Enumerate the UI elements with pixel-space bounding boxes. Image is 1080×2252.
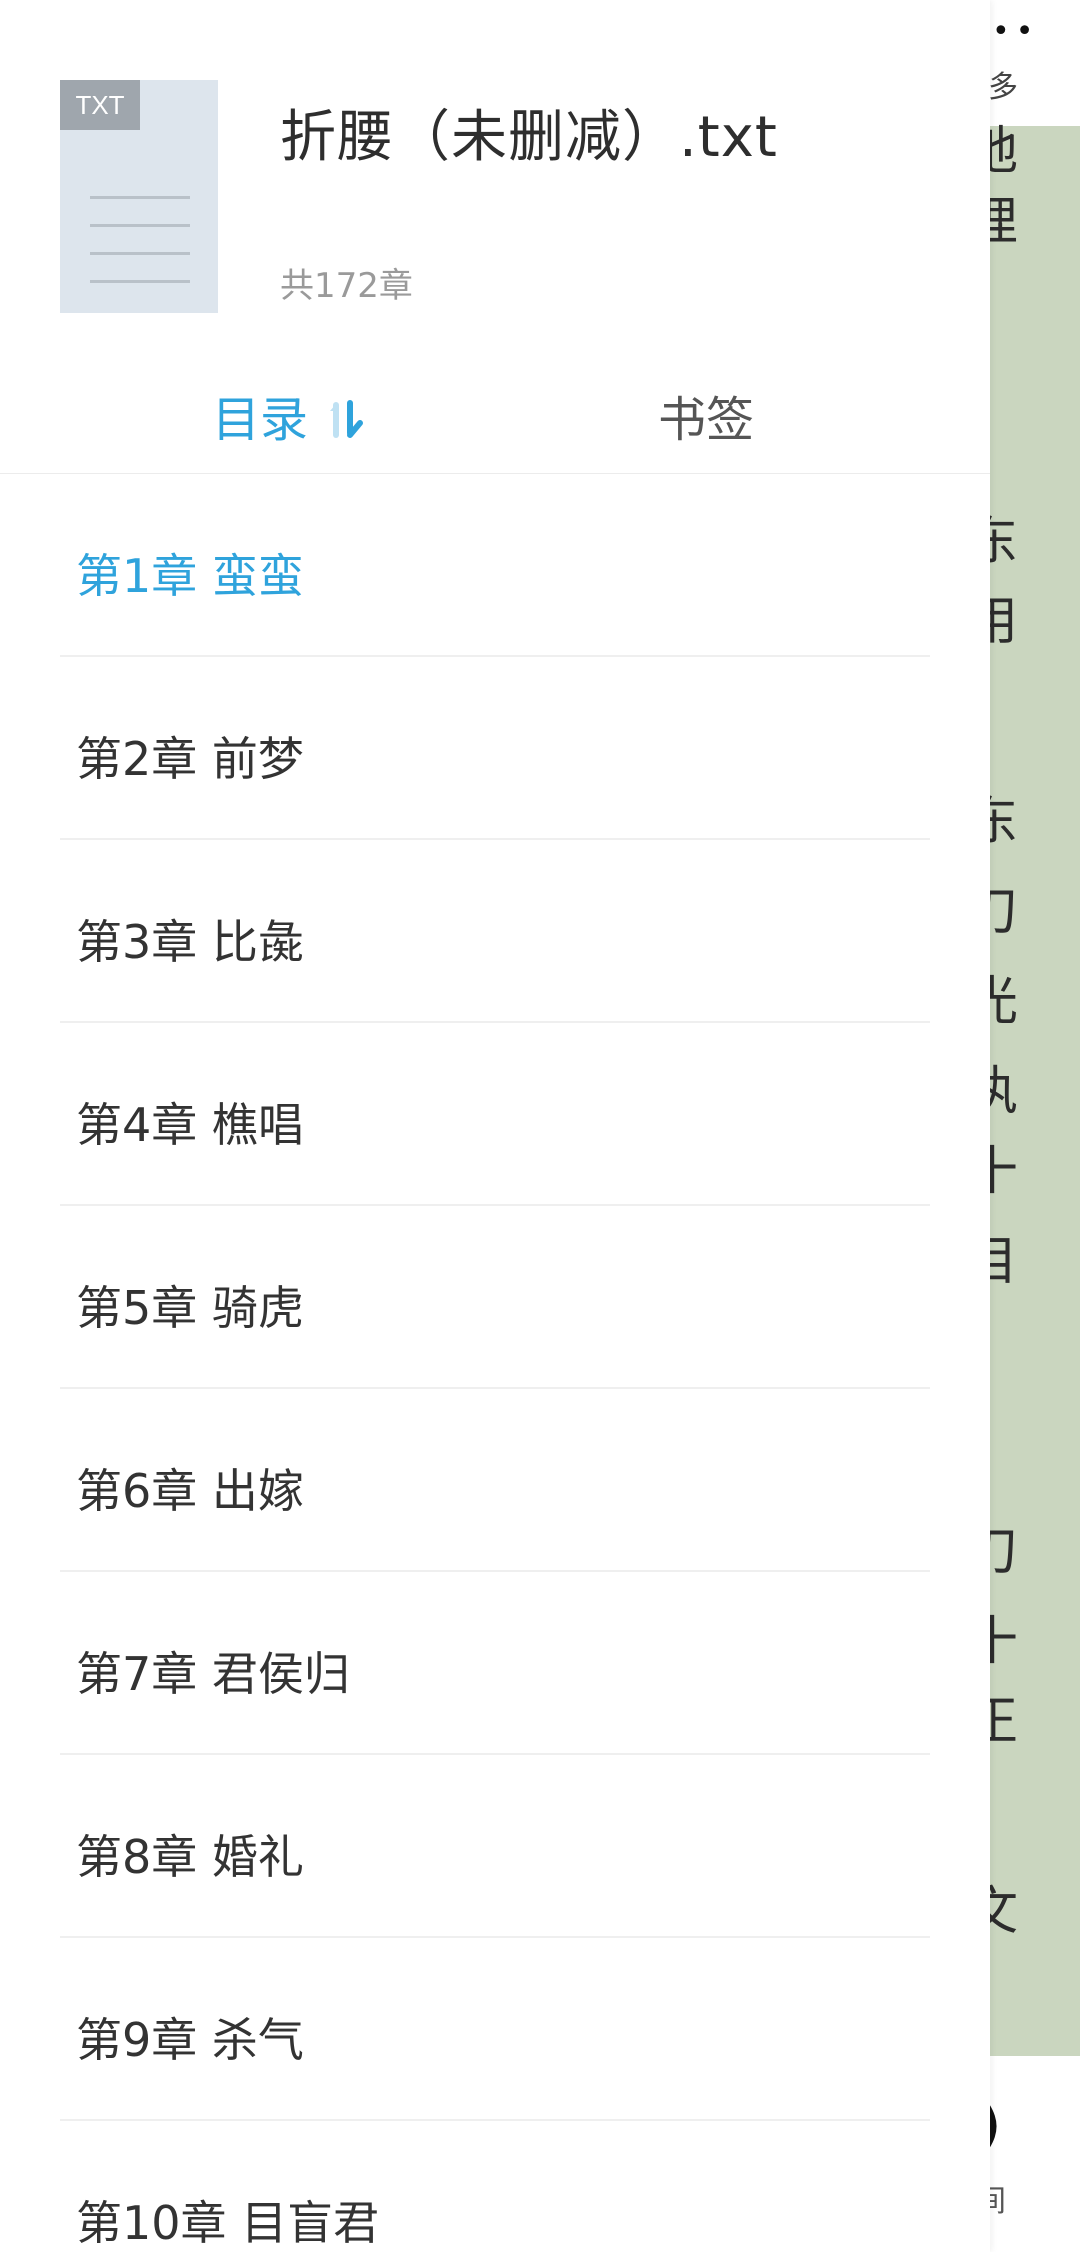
chapter-item[interactable]: 第5章 骑虎: [60, 1206, 930, 1389]
cover-line: [90, 252, 190, 255]
book-info-header: TXT 折腰（未删减）.txt 共172章: [0, 0, 990, 330]
chapter-item[interactable]: 第8章 婚礼: [60, 1755, 930, 1938]
reader-text-fragment: 刀: [990, 882, 1019, 942]
chapter-label: 第3章 比彘: [76, 915, 304, 969]
reader-text-fragment: 十: [990, 1142, 1019, 1202]
chapter-label: 第7章 君侯归: [76, 1647, 350, 1701]
reader-text-fragment: 目: [990, 1232, 1019, 1292]
reader-text-fragment: 正: [990, 1692, 1019, 1752]
chapter-item[interactable]: 第6章 出嫁: [60, 1389, 930, 1572]
tab-catalog[interactable]: 目录: [212, 380, 366, 450]
reader-text-fragment: 东: [990, 792, 1019, 852]
chapter-label: 第9章 杀气: [76, 2013, 304, 2067]
reader-text-fragment: 哩: [990, 192, 1019, 252]
reader-text-fragment: 执: [990, 1062, 1019, 1122]
reader-page-background: •• 多 地 哩 东 用 东 刀 光 执 十 目 刀 十 正 文 ) 间: [990, 0, 1080, 2252]
chapter-item[interactable]: 第4章 樵唱: [60, 1023, 930, 1206]
reader-text-fragment: 地: [990, 122, 1019, 182]
reader-text-fragment: 十: [990, 1612, 1019, 1672]
toc-tabs: 目录 书签: [0, 340, 990, 474]
reader-more-fragment: 多: [990, 70, 1018, 105]
chapter-item[interactable]: 第3章 比彘: [60, 840, 930, 1023]
chapter-label: 第2章 前梦: [76, 732, 304, 786]
reader-text-fragment: 间: [990, 2184, 1006, 2219]
cover-line: [90, 196, 190, 199]
reader-text-fragment: 文: [990, 1882, 1019, 1942]
book-title: 折腰（未删减）.txt: [280, 105, 778, 170]
cover-line: [90, 280, 190, 283]
tab-bookmark[interactable]: 书签: [658, 380, 754, 450]
reader-text-fragment: ): [990, 2096, 1001, 2154]
reader-text-fragment: 光: [990, 972, 1019, 1032]
reader-text-fragment: 东: [990, 512, 1019, 572]
chapter-label: 第10章 目盲君: [76, 2196, 380, 2250]
file-type-badge: TXT: [60, 80, 140, 130]
cover-line: [90, 224, 190, 227]
chapter-count: 共172章: [280, 266, 413, 306]
chapter-item[interactable]: 第10章 目盲君: [60, 2121, 930, 2252]
chapter-label: 第5章 骑虎: [76, 1281, 304, 1335]
chapter-item[interactable]: 第7章 君侯归: [60, 1572, 930, 1755]
reader-text-area: 地 哩 东 用 东 刀 光 执 十 目 刀 十 正 文: [990, 126, 1080, 2056]
chapter-item[interactable]: 第1章 蛮蛮: [60, 474, 930, 657]
chapter-label: 第8章 婚礼: [76, 1830, 304, 1884]
more-dots-icon[interactable]: ••: [992, 14, 1039, 49]
book-cover: TXT: [60, 80, 218, 313]
chapter-label: 第4章 樵唱: [76, 1098, 304, 1152]
reader-text-fragment: 刀: [990, 1522, 1019, 1582]
chapter-item[interactable]: 第2章 前梦: [60, 657, 930, 840]
chapter-label: 第6章 出嫁: [76, 1464, 304, 1518]
chapter-item[interactable]: 第9章 杀气: [60, 1938, 930, 2121]
sort-order-icon[interactable]: [322, 397, 366, 441]
chapter-label: 第1章 蛮蛮: [76, 549, 304, 603]
tab-catalog-label: 目录: [212, 392, 309, 448]
toc-drawer: TXT 折腰（未删减）.txt 共172章 目录 书签 第1章 蛮蛮 第2章 前梦…: [0, 0, 990, 2252]
reader-text-fragment: 用: [990, 592, 1019, 652]
chapter-list: 第1章 蛮蛮 第2章 前梦 第3章 比彘 第4章 樵唱 第5章 骑虎 第6章 出嫁 第7章 …: [0, 474, 990, 2252]
